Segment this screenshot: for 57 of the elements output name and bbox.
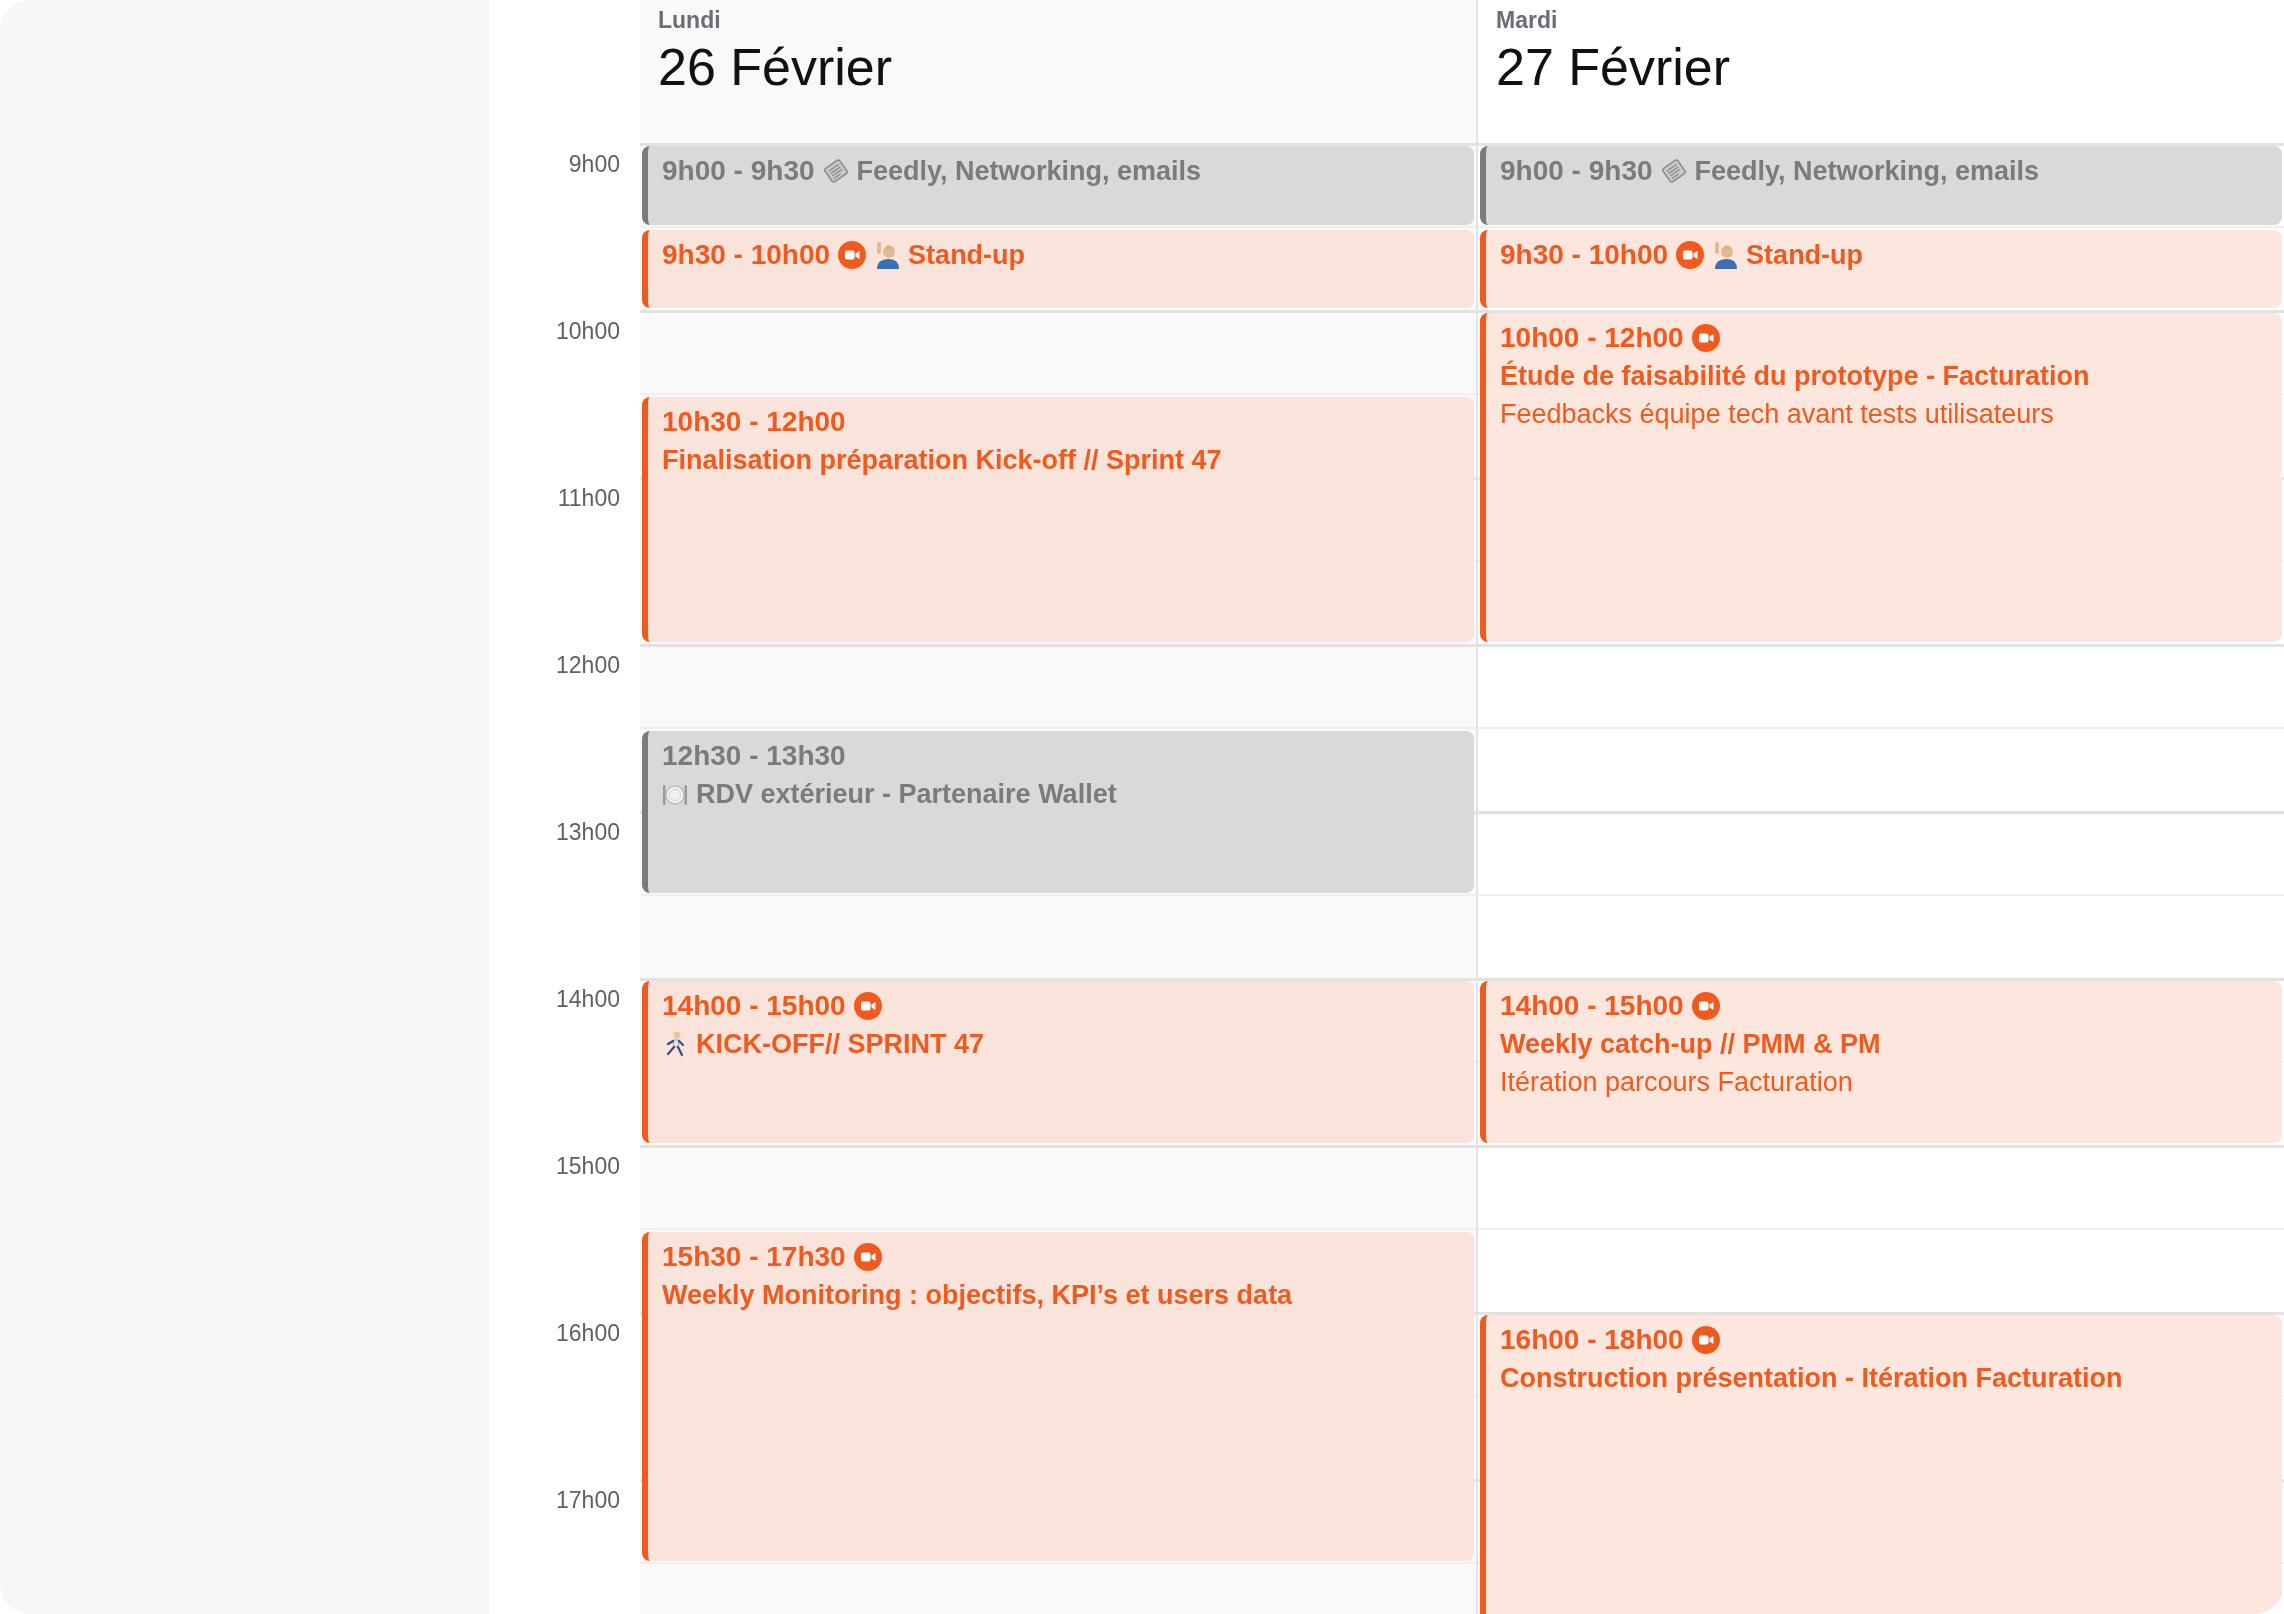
calendar-event[interactable]: 14h00 - 15h00 Weekly catch-up // PMM & PM Itération parcours Facturation [1480, 981, 2282, 1143]
event-title: Construction présentation - Itération Facturation [1500, 1362, 2123, 1395]
calendar-event[interactable]: 9h30 - 10h00 Stand-up [1480, 229, 2282, 308]
person-raising-hand-icon [1712, 240, 1739, 269]
event-title: Weekly catch-up // PMM & PM [1500, 1028, 1881, 1061]
date-heading: 26 Février [658, 37, 893, 99]
hour-label: 14h00 [556, 986, 620, 1014]
event-title: KICK-OFF// SPRINT 47 [696, 1028, 985, 1061]
video-call-icon [853, 1242, 882, 1271]
date-heading: 27 Février [1496, 37, 1731, 99]
event-time: 15h30 - 17h30 [662, 1239, 846, 1274]
event-title: Feedly, Networking, emails [856, 155, 1202, 188]
hour-label: 16h00 [556, 1320, 620, 1348]
event-time: 16h00 - 18h00 [1500, 1323, 1684, 1357]
hour-label: 9h00 [568, 151, 620, 179]
hour-label: 10h00 [556, 318, 620, 346]
hour-label: 12h00 [556, 652, 620, 680]
hour-label: 11h00 [557, 485, 620, 513]
person-raising-hand-icon [874, 240, 901, 269]
video-call-icon [1691, 324, 1720, 352]
video-call-icon [838, 240, 867, 269]
video-call-icon [1691, 1326, 1720, 1354]
calendar-event[interactable]: 14h00 - 15h00 KICK-OFF// SPRINT 47 [642, 981, 1474, 1143]
calendar-event[interactable]: 16h00 - 18h00 Construction présentation - Itération Facturation [1480, 1315, 2282, 1614]
event-time: 14h00 - 15h00 [662, 989, 846, 1023]
event-description: Itération parcours Facturation [1500, 1066, 1854, 1099]
calendar-event[interactable]: 9h30 - 10h00 Stand-up [642, 229, 1474, 308]
event-time: 9h30 - 10h00 [1500, 237, 1669, 272]
video-call-icon [1691, 992, 1720, 1020]
event-time: 10h00 - 12h00 [1500, 321, 1684, 355]
event-time: 14h00 - 15h00 [1500, 989, 1684, 1023]
hour-label: 15h00 [556, 1153, 620, 1181]
calendar-event[interactable]: 9h00 - 9h30 Feedly, Networking, emails [642, 146, 1474, 225]
calendar-event[interactable]: 10h00 - 12h00 Étude de faisabilité du prototype - Facturation Feedbacks équipe tech avant tests utilisateurs [1480, 313, 2282, 642]
event-time: 9h00 - 9h30 [1500, 154, 1653, 188]
event-title: Étude de faisabilité du prototype - Facturation [1500, 359, 2090, 393]
event-time: 12h30 - 13h30 [662, 738, 846, 773]
event-description: Feedbacks équipe tech avant tests utilisateurs [1500, 398, 2055, 431]
event-title: RDV extérieur - Partenaire Wallet [696, 777, 1117, 811]
calendar-event[interactable]: 9h00 - 9h30 Feedly, Networking, emails [1480, 146, 2282, 225]
event-title: Stand-up [1746, 238, 1864, 272]
hour-label: 17h00 [556, 1487, 620, 1515]
event-title: Stand-up [908, 238, 1026, 272]
calendar-event[interactable]: 12h30 - 13h30 RDV extérieur - Partenaire Wallet [642, 730, 1474, 893]
hour-label: 13h00 [556, 819, 620, 847]
event-time: 9h00 - 9h30 [662, 154, 815, 188]
event-title: Finalisation préparation Kick-off // Sprint 47 [662, 443, 1222, 477]
weekday-label: Mardi [1496, 6, 1558, 35]
event-title: Weekly Monitoring : objectifs, KPI’s et users data [662, 1278, 1293, 1312]
weekday-label: Lundi [658, 6, 721, 35]
event-title: Feedly, Networking, emails [1694, 155, 2040, 188]
calendar-event[interactable]: 10h30 - 12h00 Finalisation préparation Kick-off // Sprint 47 [642, 396, 1474, 642]
video-call-icon [853, 992, 882, 1020]
event-time: 9h30 - 10h00 [662, 237, 831, 272]
video-call-icon [1676, 240, 1705, 269]
event-time: 10h30 - 12h00 [662, 404, 846, 439]
calendar-event[interactable]: 15h30 - 17h30 Weekly Monitoring : objectifs, KPI’s et users data [642, 1231, 1474, 1561]
